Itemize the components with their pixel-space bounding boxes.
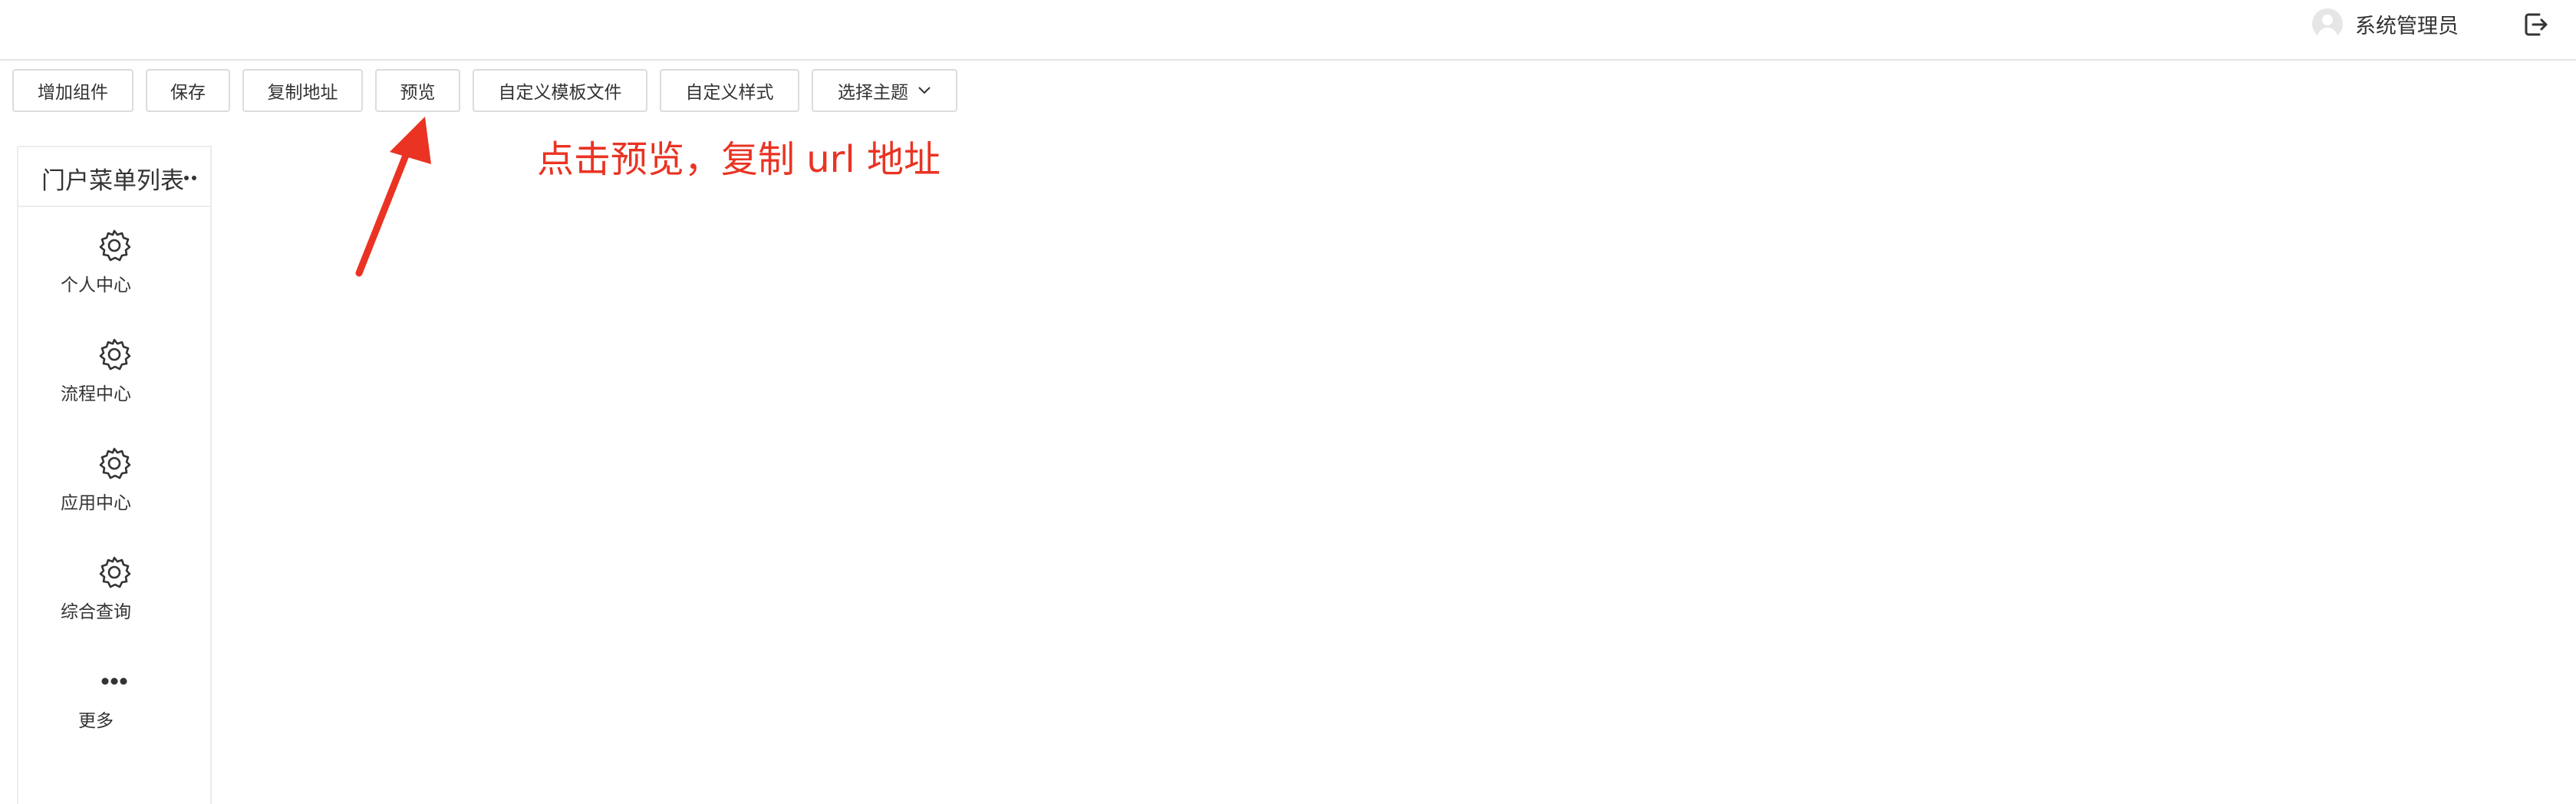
gear-icon bbox=[99, 338, 131, 371]
user-avatar-icon bbox=[2312, 8, 2343, 39]
sidebar-item-label: 个人中心 bbox=[61, 275, 131, 295]
sidebar-item-label: 综合查询 bbox=[61, 602, 131, 622]
annotation-arrow-icon bbox=[355, 117, 431, 277]
gear-icon bbox=[99, 229, 131, 262]
save-button[interactable]: 保存 bbox=[146, 69, 230, 112]
add-component-button[interactable]: 增加组件 bbox=[12, 69, 133, 112]
more-dots-icon bbox=[101, 677, 127, 685]
sidebar-item-process-center[interactable]: 流程中心 bbox=[18, 336, 210, 428]
gear-icon bbox=[99, 556, 131, 588]
logout-icon[interactable] bbox=[2522, 11, 2550, 38]
sidebar-item-label: 流程中心 bbox=[61, 384, 131, 404]
copy-address-button[interactable]: 复制地址 bbox=[242, 69, 363, 112]
annotation-text: 点击预览，复制 url 地址 bbox=[537, 138, 941, 181]
preview-button[interactable]: 预览 bbox=[375, 69, 460, 112]
top-header: 系统管理员 bbox=[0, 0, 2576, 61]
sidebar-header: 门户菜单列表 bbox=[18, 147, 210, 207]
sidebar-more-icon[interactable] bbox=[183, 175, 199, 181]
gear-icon bbox=[99, 447, 131, 479]
sidebar-item-personal-center[interactable]: 个人中心 bbox=[18, 227, 210, 319]
sidebar-item-comprehensive-query[interactable]: 综合查询 bbox=[18, 554, 210, 646]
sidebar-item-more[interactable]: 更多 bbox=[18, 663, 210, 755]
chevron-down-icon bbox=[918, 87, 931, 94]
sidebar-title: 门户菜单列表 bbox=[41, 167, 184, 195]
sidebar-item-application-center[interactable]: 应用中心 bbox=[18, 445, 210, 537]
user-menu[interactable]: 系统管理员 bbox=[2312, 8, 2459, 40]
user-name: 系统管理员 bbox=[2355, 14, 2459, 38]
custom-template-file-button[interactable]: 自定义模板文件 bbox=[473, 69, 647, 112]
custom-style-button[interactable]: 自定义样式 bbox=[660, 69, 799, 112]
sidebar-item-label: 更多 bbox=[78, 711, 114, 731]
select-theme-label: 选择主题 bbox=[838, 83, 908, 103]
select-theme-dropdown[interactable]: 选择主题 bbox=[812, 69, 957, 112]
portal-menu-sidebar: 门户菜单列表 个人中心 流程中心 应用中心 综合查询 更多 bbox=[17, 146, 212, 804]
sidebar-item-label: 应用中心 bbox=[61, 493, 131, 513]
